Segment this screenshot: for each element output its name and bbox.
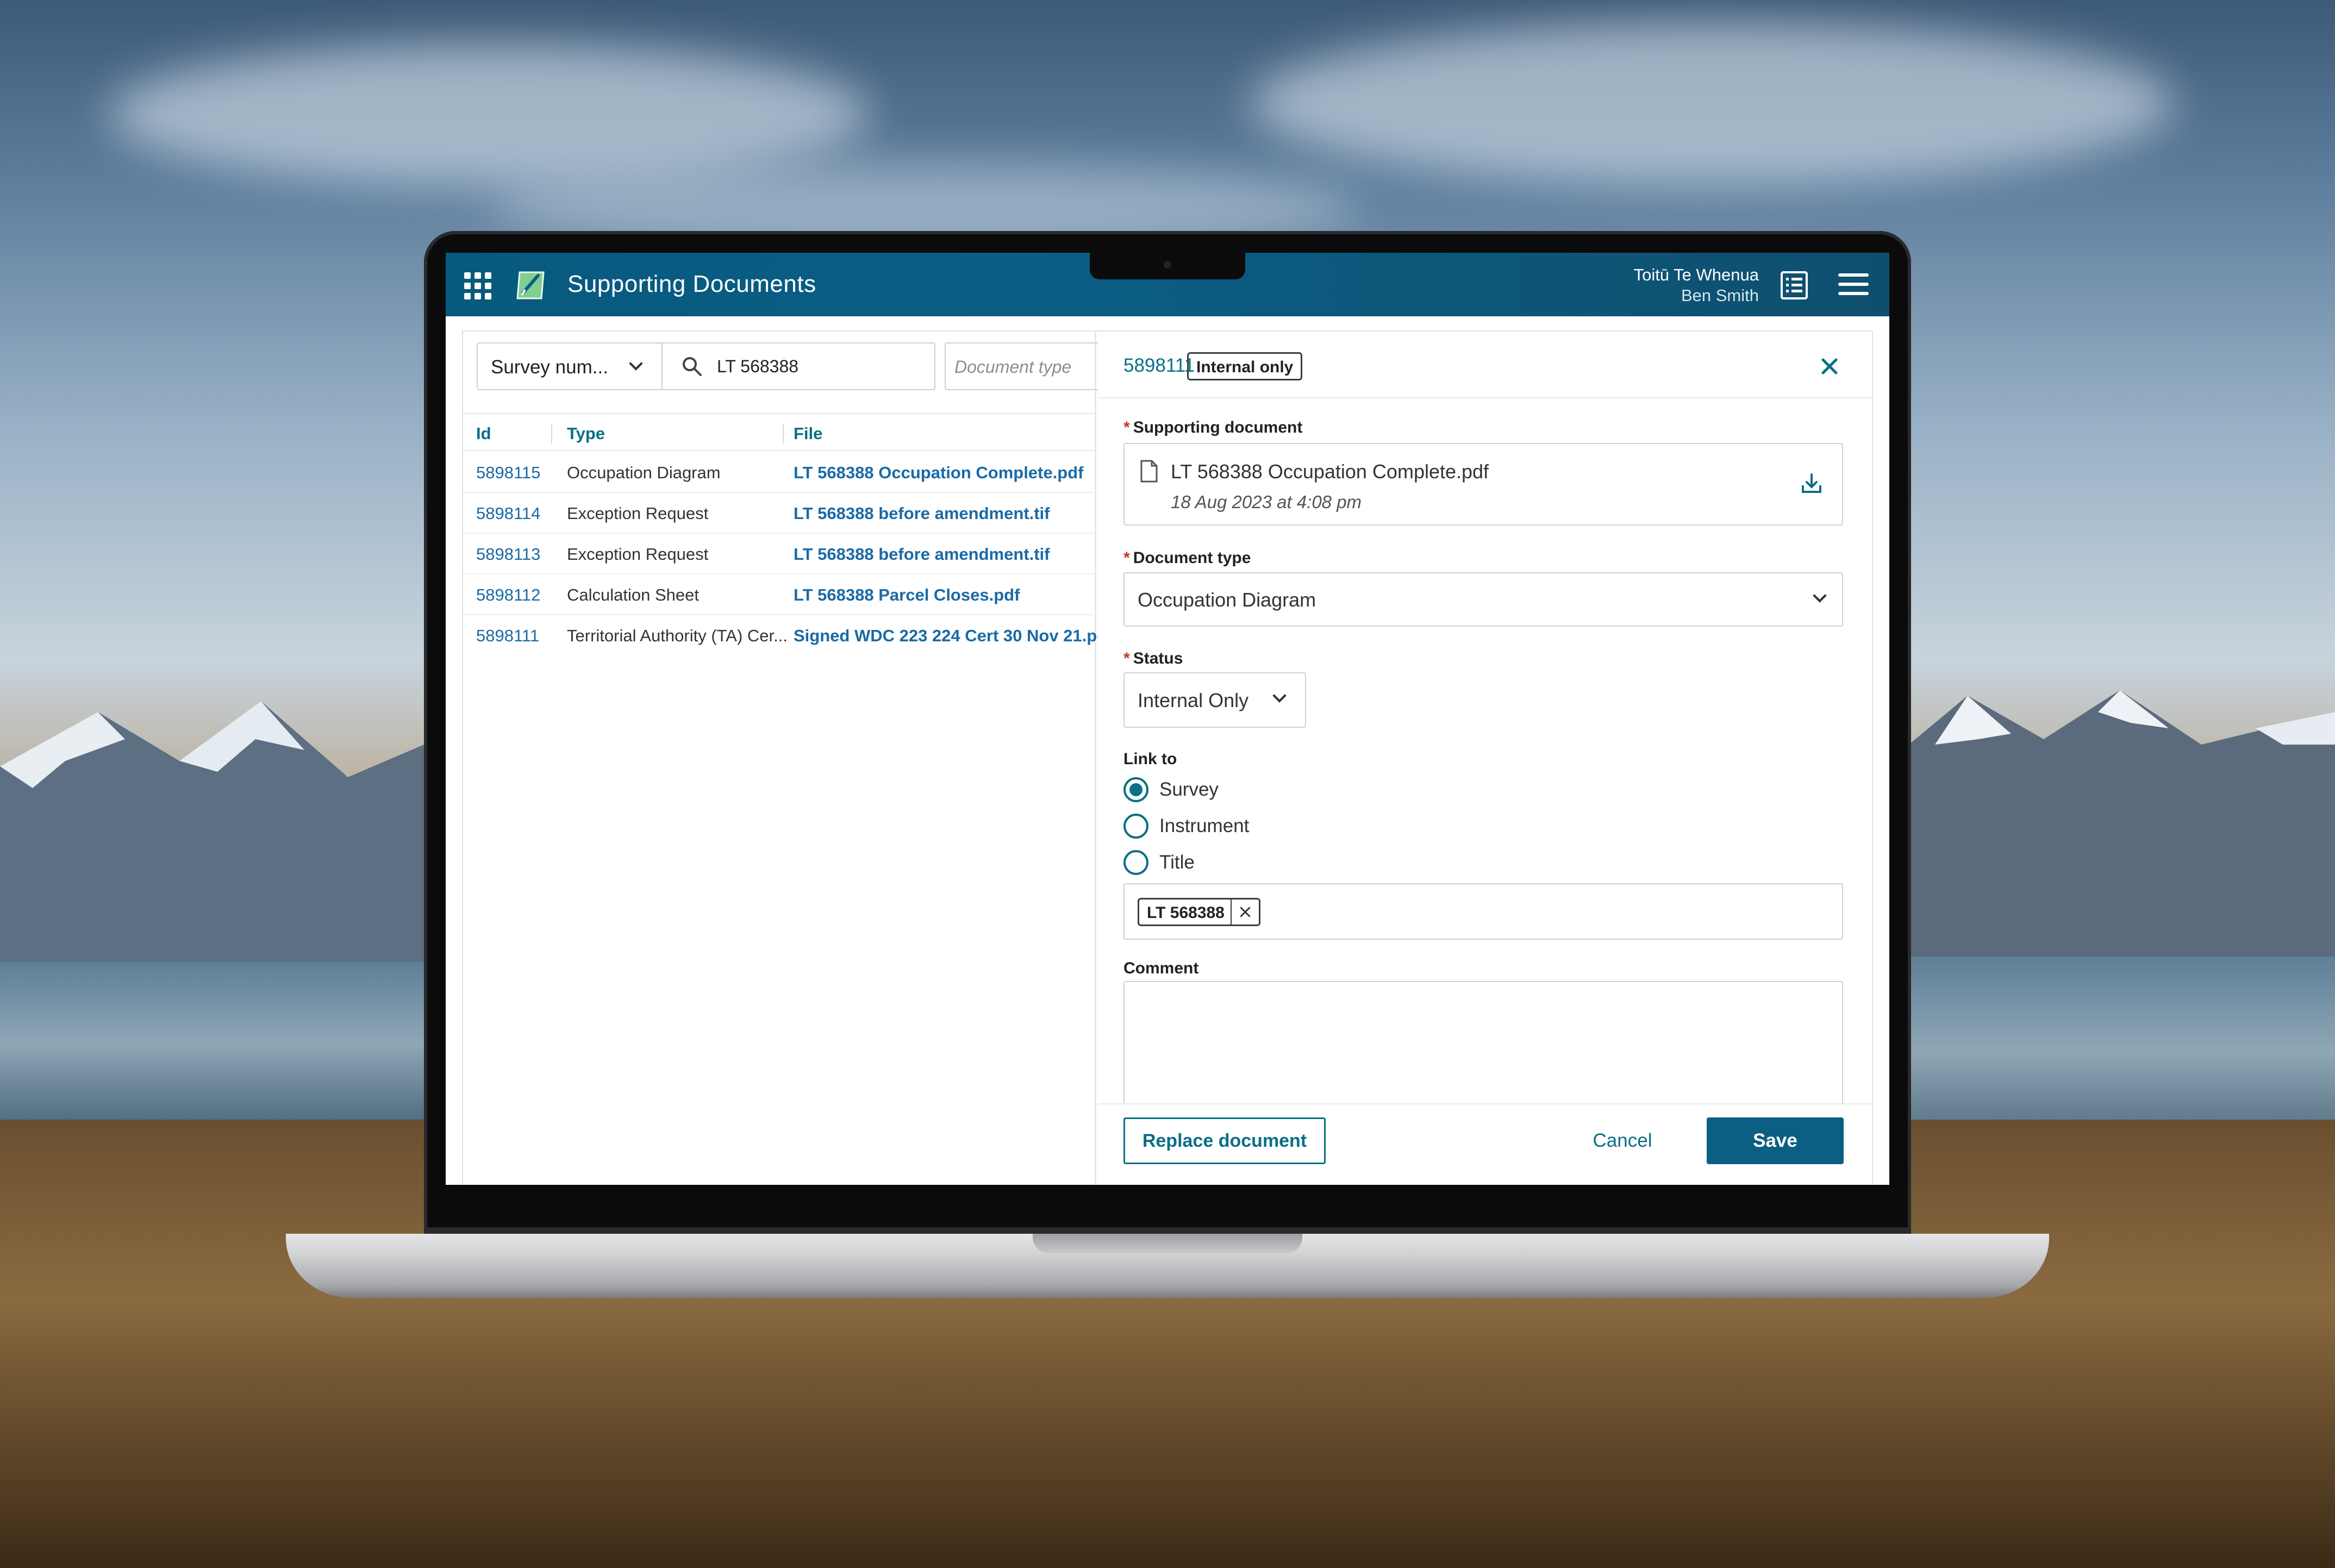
row-file-link[interactable]: Signed WDC 223 224 Cert 30 Nov 21.pdf <box>794 626 1098 646</box>
table-row[interactable]: 5898113 Exception Request LT 568388 befo… <box>463 534 1096 574</box>
save-button[interactable]: Save <box>1707 1117 1844 1164</box>
laptop-thumb-groove <box>1033 1234 1302 1253</box>
document-detail-panel: 5898111 Internal only * Supporting docume… <box>1098 332 1872 1185</box>
radio-indicator <box>1123 814 1148 839</box>
row-file-link[interactable]: LT 568388 Parcel Closes.pdf <box>794 585 1098 605</box>
radio-label: Survey <box>1159 779 1219 800</box>
chevron-down-icon <box>1813 589 1827 603</box>
link-tag: LT 568388 <box>1138 898 1260 926</box>
close-icon[interactable] <box>1819 355 1840 377</box>
document-type-value: Occupation Diagram <box>1138 589 1316 611</box>
detail-footer: Replace document Cancel Save <box>1098 1103 1872 1185</box>
survey-filter-select[interactable]: Survey num... <box>477 342 661 390</box>
row-type: Calculation Sheet <box>567 585 699 604</box>
chevron-down-icon <box>629 357 643 371</box>
row-type: Exception Request <box>567 504 709 523</box>
radio-indicator <box>1123 850 1148 875</box>
radio-selected-indicator <box>1123 777 1148 802</box>
cancel-button[interactable]: Cancel <box>1582 1117 1663 1164</box>
search-input[interactable]: LT 568388 <box>661 342 935 390</box>
row-id[interactable]: 5898113 <box>476 545 540 564</box>
camera-dot <box>1164 261 1171 268</box>
column-header-file[interactable]: File <box>794 424 822 443</box>
camera-notch <box>1090 251 1245 279</box>
row-id[interactable]: 5898114 <box>476 504 540 523</box>
survey-filter-value: Survey num... <box>491 357 608 378</box>
table-row[interactable]: 5898111 Territorial Authority (TA) Cer..… <box>463 615 1098 656</box>
column-divider[interactable] <box>551 424 552 443</box>
row-type: Occupation Diagram <box>567 463 721 482</box>
required-marker: * <box>1123 418 1130 436</box>
user-name: Ben Smith <box>1681 286 1759 305</box>
documents-list-panel: Survey num... LT 568388 Document type Id… <box>463 332 1102 1185</box>
document-type-select[interactable]: Occupation Diagram <box>1123 572 1843 627</box>
document-type-filter-input[interactable]: Document type <box>945 342 1102 390</box>
row-type: Exception Request <box>567 545 709 564</box>
hamburger-menu-icon[interactable] <box>1838 273 1869 297</box>
account-info[interactable]: Toitū Te Whenua Ben Smith <box>1634 265 1759 306</box>
status-value: Internal Only <box>1138 689 1249 711</box>
row-id[interactable]: 5898115 <box>476 463 540 483</box>
supporting-document-file: LT 568388 Occupation Complete.pdf 18 Aug… <box>1123 443 1843 526</box>
link-tag-input[interactable]: LT 568388 <box>1123 883 1843 940</box>
replace-document-button[interactable]: Replace document <box>1123 1117 1326 1164</box>
row-type: Territorial Authority (TA) Cer... <box>567 626 788 645</box>
status-badge: Internal only <box>1187 352 1303 380</box>
file-name: LT 568388 Occupation Complete.pdf <box>1171 460 1489 483</box>
app-title: Supporting Documents <box>567 271 816 297</box>
table-row[interactable]: 5898115 Occupation Diagram LT 568388 Occ… <box>463 452 1096 493</box>
radio-label: Title <box>1159 852 1195 873</box>
chevron-down-icon <box>1272 689 1287 703</box>
comment-textarea[interactable] <box>1123 981 1843 1122</box>
row-id[interactable]: 5898111 <box>476 626 539 646</box>
table-header: Id Type File <box>463 413 1096 451</box>
app-screen: Supporting Documents Toitū Te Whenua Ben… <box>446 253 1889 1185</box>
link-tag-label: LT 568388 <box>1147 904 1225 922</box>
download-icon[interactable] <box>1800 471 1824 495</box>
file-date: 18 Aug 2023 at 4:08 pm <box>1171 492 1362 512</box>
row-file-link[interactable]: LT 568388 Occupation Complete.pdf <box>794 463 1098 483</box>
supporting-document-label: * Supporting document <box>1123 418 1303 436</box>
table-row[interactable]: 5898112 Calculation Sheet LT 568388 Parc… <box>463 574 1096 615</box>
radio-label: Instrument <box>1159 815 1250 836</box>
table-row[interactable]: 5898114 Exception Request LT 568388 befo… <box>463 493 1096 534</box>
column-divider[interactable] <box>783 424 784 443</box>
column-header-type[interactable]: Type <box>567 424 605 443</box>
column-header-id[interactable]: Id <box>476 424 491 443</box>
link-to-label: Link to <box>1123 750 1177 768</box>
app-launcher-icon[interactable] <box>464 272 491 299</box>
status-select[interactable]: Internal Only <box>1123 672 1306 728</box>
remove-tag-icon[interactable] <box>1231 899 1259 924</box>
app-logo-icon <box>516 271 545 299</box>
org-name: Toitū Te Whenua <box>1633 265 1759 284</box>
search-icon <box>683 357 702 376</box>
row-file-link[interactable]: LT 568388 before amendment.tif <box>794 545 1098 564</box>
document-type-placeholder: Document type <box>954 357 1072 377</box>
comment-label: Comment <box>1123 959 1199 977</box>
document-icon <box>1140 460 1158 483</box>
row-file-link[interactable]: LT 568388 before amendment.tif <box>794 504 1098 523</box>
detail-header: 5898111 Internal only <box>1098 332 1872 398</box>
search-value: LT 568388 <box>717 357 799 376</box>
row-id[interactable]: 5898112 <box>476 585 540 605</box>
status-label: * Status <box>1123 649 1183 667</box>
document-type-label: * Document type <box>1123 549 1251 567</box>
main-content: Survey num... LT 568388 Document type Id… <box>463 332 1872 1185</box>
document-list-icon[interactable] <box>1780 270 1809 301</box>
detail-id: 5898111 <box>1123 355 1195 376</box>
